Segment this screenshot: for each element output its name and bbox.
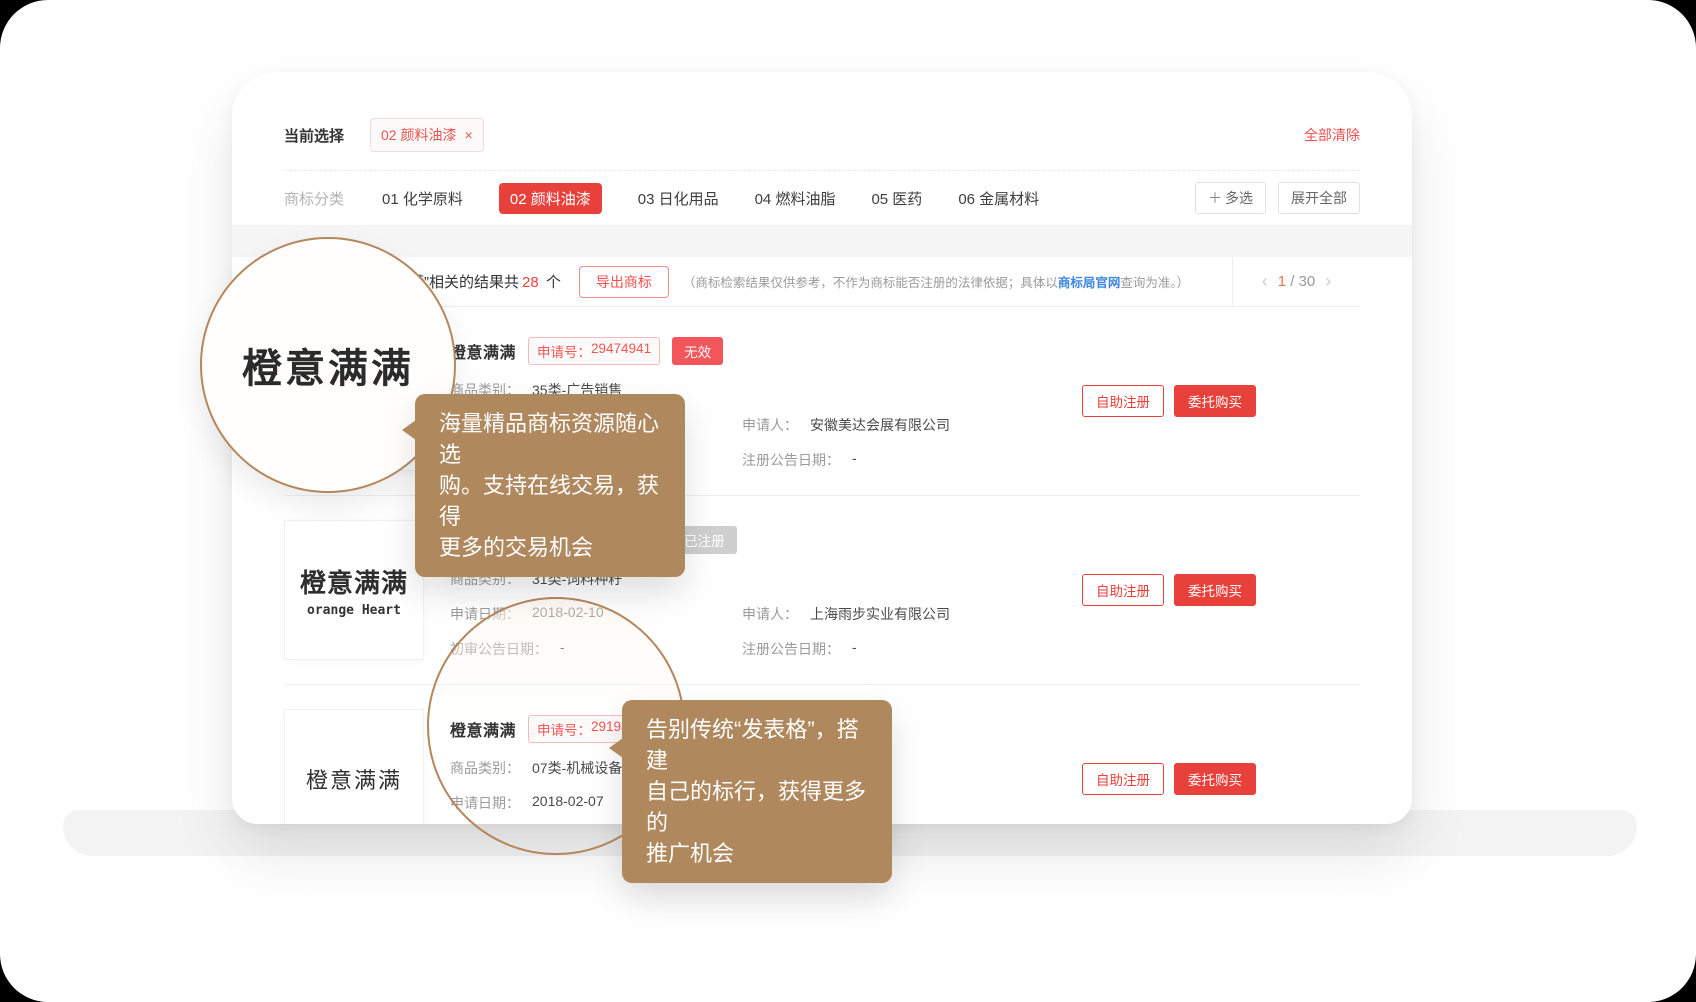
selected-filter-tag[interactable]: 02 颜料油漆 × xyxy=(370,118,484,152)
category-item-05[interactable]: 05 医药 xyxy=(871,188,922,209)
category-row: 商标分类 01 化学原料 02 颜料油漆 03 日化用品 04 燃料油脂 05 … xyxy=(284,171,1360,225)
results-header: 为您检索到“橙意满满”相关的结果共28 个 导出商标 （商标检索结果仅供参考，不… xyxy=(284,257,1360,307)
field-label: 申请人： xyxy=(742,415,798,435)
trademark-logo-text: 橙意满满 xyxy=(306,763,402,795)
row-actions: 自助注册 委托购买 xyxy=(1082,763,1256,795)
field-label: 注册公告日期： xyxy=(742,450,840,470)
clear-all-link[interactable]: 全部清除 xyxy=(1304,125,1360,145)
row-actions: 自助注册 委托购买 xyxy=(1082,385,1256,417)
field-label: 注册公告日期： xyxy=(742,639,840,659)
chevron-left-icon[interactable]: ‹ xyxy=(1262,271,1268,292)
trademark-logo-text: 橙意满满 xyxy=(300,563,408,600)
summary-suffix: 个 xyxy=(542,274,561,291)
export-trademark-button[interactable]: 导出商标 xyxy=(579,266,669,298)
field-value: 上海雨步实业有限公司 xyxy=(810,604,950,624)
row-actions: 自助注册 委托购买 xyxy=(1082,574,1256,606)
entrust-purchase-button[interactable]: 委托购买 xyxy=(1174,574,1256,606)
trademark-name: 橙意满满 xyxy=(450,339,516,363)
trademark-office-link[interactable]: 商标局官网 xyxy=(1058,276,1121,290)
pagination-separator: / xyxy=(1290,273,1294,290)
expand-all-button[interactable]: 展开全部 xyxy=(1278,182,1360,214)
callout-tooltip-promotion: 告别传统“发表格”，搭建 自己的标行，获得更多的 推广机会 xyxy=(622,700,892,883)
self-register-button[interactable]: 自助注册 xyxy=(1082,574,1164,606)
field-value: - xyxy=(852,450,857,470)
trademark-logo: 橙意满满 xyxy=(284,709,424,824)
pagination-total: 30 xyxy=(1299,273,1316,290)
selected-filter-tag-label: 02 颜料油漆 xyxy=(381,125,456,145)
disclaimer-suffix: 查询为准。） xyxy=(1120,276,1189,290)
category-item-04[interactable]: 04 燃料油脂 xyxy=(755,188,836,209)
disclaimer-text: （商标检索结果仅供参考，不作为商标能否注册的法律依据；具体以商标局官网查询为准。… xyxy=(683,272,1232,291)
multi-select-button[interactable]: ＋多选 xyxy=(1195,182,1266,214)
self-register-button[interactable]: 自助注册 xyxy=(1082,763,1164,795)
section-gap xyxy=(232,225,1412,257)
field-value: 安徽美达会展有限公司 xyxy=(810,415,950,435)
category-item-06[interactable]: 06 金属材料 xyxy=(958,188,1039,209)
current-selection-label: 当前选择 xyxy=(284,125,344,146)
chevron-right-icon[interactable]: › xyxy=(1325,271,1331,292)
pagination-text: 1 / 30 xyxy=(1278,273,1316,290)
title-line: 橙意满满 申请号：29474941 无效 xyxy=(450,337,950,365)
application-number-value: 29474941 xyxy=(591,341,651,361)
category-item-02-active[interactable]: 02 颜料油漆 xyxy=(499,183,602,214)
application-number-label: 申请号： xyxy=(537,341,591,361)
filter-section: 当前选择 02 颜料油漆 × 全部清除 商标分类 01 化学原料 02 颜料油漆… xyxy=(232,72,1412,225)
field-value: - xyxy=(852,639,857,659)
current-selection-row: 当前选择 02 颜料油漆 × 全部清除 xyxy=(284,72,1360,171)
category-label: 商标分类 xyxy=(284,188,344,209)
trademark-logo-subtext: orange Heart xyxy=(307,603,401,618)
self-register-button[interactable]: 自助注册 xyxy=(1082,385,1164,417)
close-icon[interactable]: × xyxy=(464,127,472,143)
page-canvas: 当前选择 02 颜料油漆 × 全部清除 商标分类 01 化学原料 02 颜料油漆… xyxy=(0,0,1696,1002)
entrust-purchase-button[interactable]: 委托购买 xyxy=(1174,763,1256,795)
magnified-trademark-text: 橙意满满 xyxy=(242,336,414,394)
category-item-03[interactable]: 03 日化用品 xyxy=(638,188,719,209)
results-count: 28 xyxy=(522,274,539,291)
pagination: ‹ 1 / 30 › xyxy=(1232,257,1360,306)
application-number-tag: 申请号：29474941 xyxy=(528,337,660,365)
pagination-current: 1 xyxy=(1278,273,1286,290)
entrust-purchase-button[interactable]: 委托购买 xyxy=(1174,385,1256,417)
callout-tooltip-marketplace: 海量精品商标资源随心选 购。支持在线交易，获得 更多的交易机会 xyxy=(415,394,685,577)
plus-icon: ＋ xyxy=(1208,190,1222,206)
category-item-01[interactable]: 01 化学原料 xyxy=(382,188,463,209)
disclaimer-prefix: （商标检索结果仅供参考，不作为商标能否注册的法律依据；具体以 xyxy=(683,276,1058,290)
status-badge: 无效 xyxy=(672,337,723,365)
field-label: 申请人： xyxy=(742,604,798,624)
multi-select-label: 多选 xyxy=(1225,190,1253,206)
trademark-logo: 橙意满满 orange Heart xyxy=(284,520,424,660)
category-actions: ＋多选 展开全部 xyxy=(1195,182,1360,214)
